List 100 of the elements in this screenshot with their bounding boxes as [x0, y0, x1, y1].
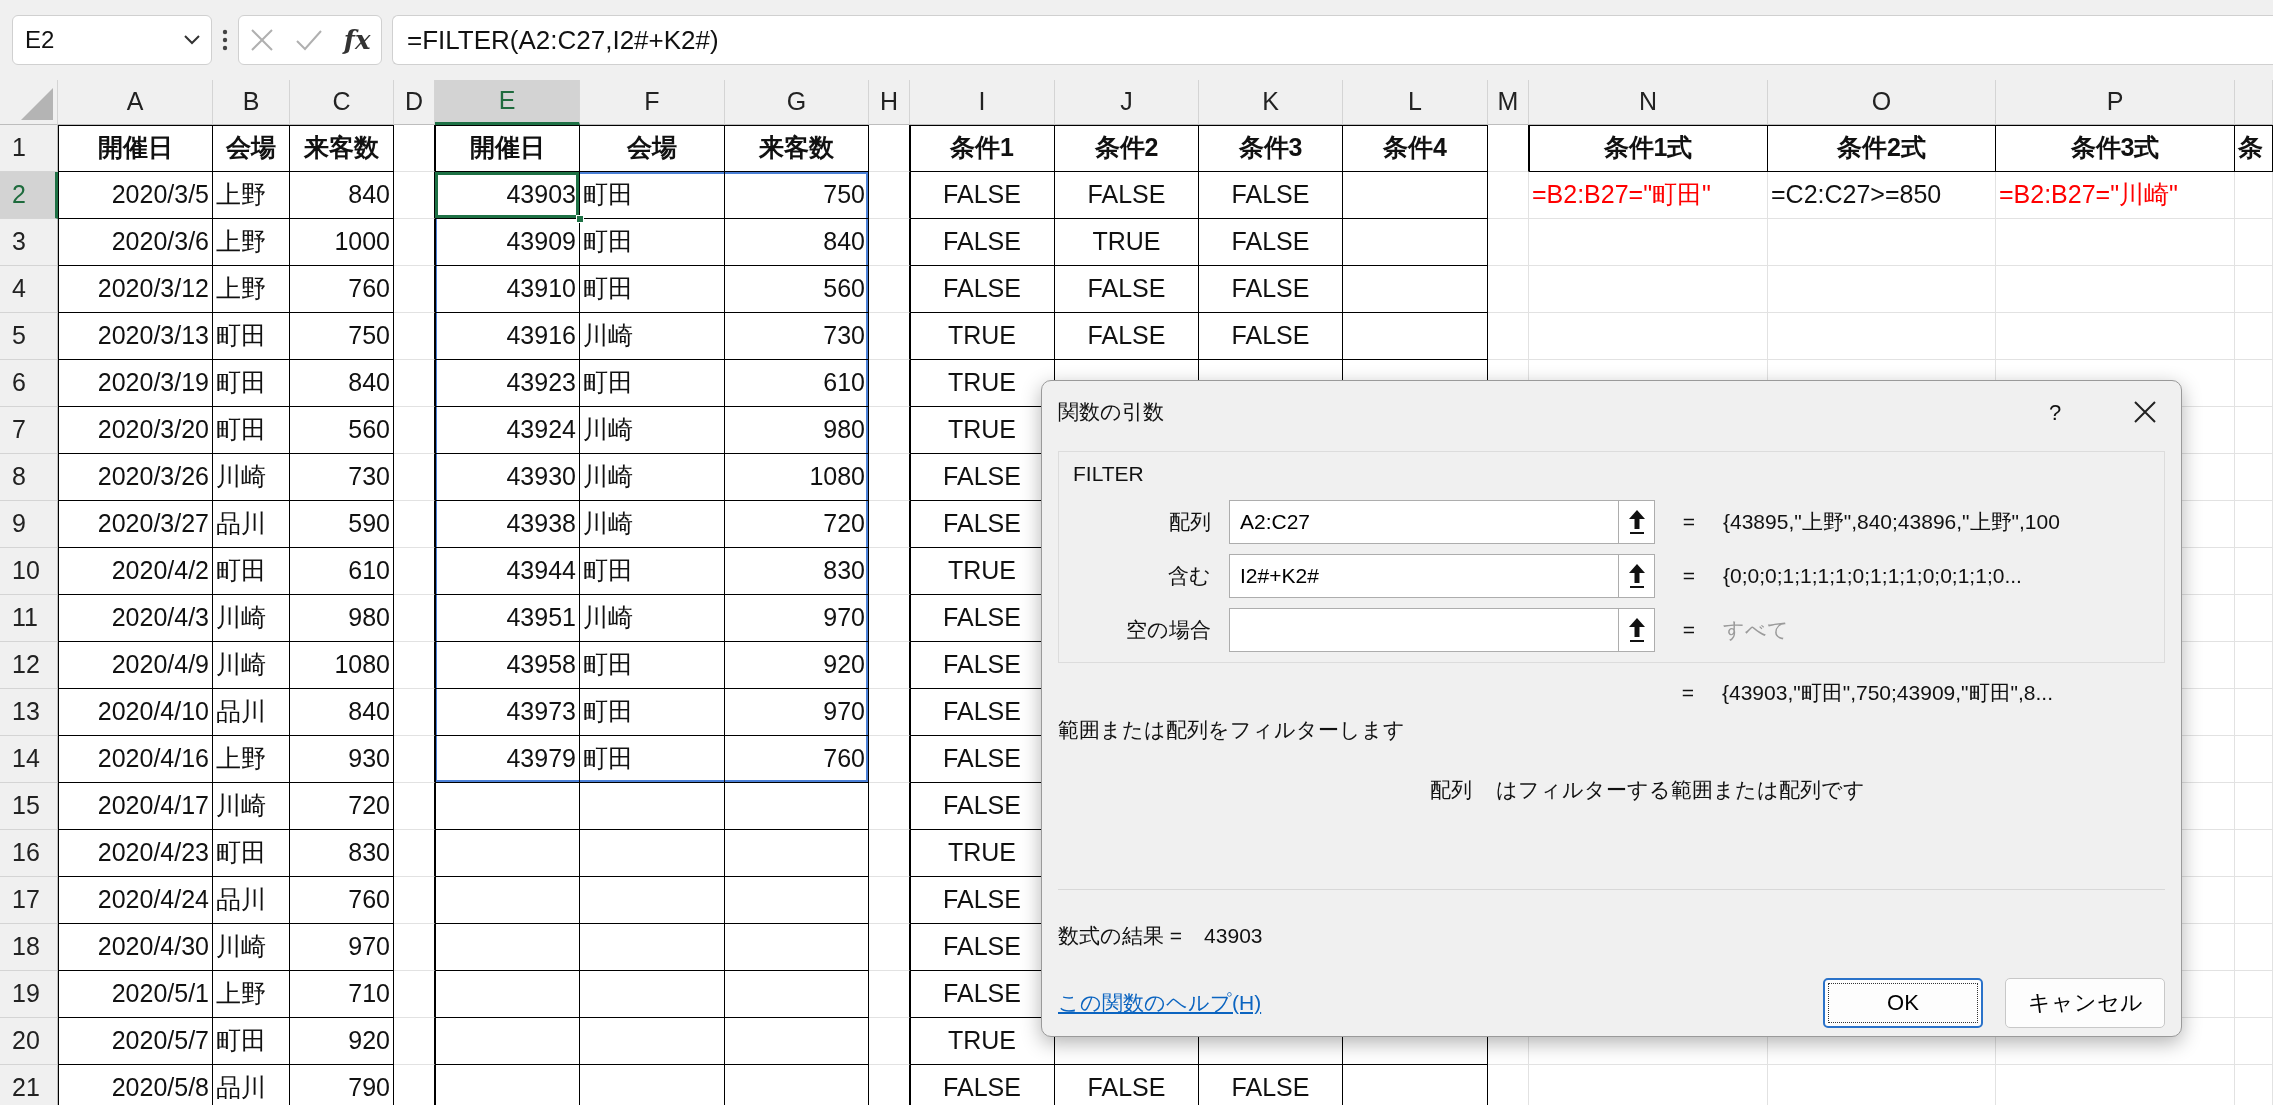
sheet-cell: 710: [290, 971, 394, 1018]
input-field[interactable]: [1229, 607, 1619, 652]
sheet-cell: 830: [725, 548, 869, 595]
sheet-cell: [2235, 407, 2273, 454]
row-number[interactable]: 21: [0, 1065, 58, 1105]
sheet-cell: 条件3: [1199, 125, 1343, 172]
row-number[interactable]: 5: [0, 313, 58, 360]
sheet-cell: 上野: [213, 219, 290, 266]
sheet-cell: 町田: [580, 548, 725, 595]
column-header[interactable]: G: [725, 80, 869, 125]
dialog-title: 関数の引数: [1058, 399, 1164, 426]
arrow-up-icon: [1626, 562, 1647, 589]
column-header[interactable]: P: [1996, 80, 2235, 125]
column-header[interactable]: F: [580, 80, 725, 125]
formula-field[interactable]: =FILTER(A2:C27,I2#+K2#): [392, 15, 2273, 65]
sheet-cell: [394, 219, 435, 266]
sheet-cell: 会場: [580, 125, 725, 172]
sheet-cell: FALSE: [1199, 313, 1343, 360]
column-header[interactable]: H: [869, 80, 910, 125]
sheet-cell: 840: [725, 219, 869, 266]
row-number[interactable]: 13: [0, 689, 58, 736]
column-header[interactable]: J: [1055, 80, 1199, 125]
sheet-cell: [869, 454, 910, 501]
sheet-cell: 560: [725, 266, 869, 313]
column-header[interactable]: I: [910, 80, 1055, 125]
sheet-cell: 2020/3/5: [58, 172, 213, 219]
input-field[interactable]: A2:C27: [1229, 499, 1619, 544]
sheet-cell: [869, 407, 910, 454]
row-number[interactable]: 7: [0, 407, 58, 454]
insert-function-button[interactable]: fx: [343, 20, 371, 60]
argument-description: はフィルターする範囲または配列です: [1496, 776, 1865, 803]
sheet-cell: [2235, 266, 2273, 313]
row-number[interactable]: 12: [0, 642, 58, 689]
sheet-cell: 790: [290, 1065, 394, 1105]
sheet-cell: 43951: [435, 595, 580, 642]
sheet-cell: FALSE: [1055, 1065, 1199, 1105]
sheet-cell: 43958: [435, 642, 580, 689]
column-header[interactable]: D: [394, 80, 435, 125]
sheet-cell: TRUE: [1055, 219, 1199, 266]
sheet-cell: 条: [2235, 125, 2273, 172]
sheet-cell: 条件1: [910, 125, 1055, 172]
row-number[interactable]: 4: [0, 266, 58, 313]
row-number[interactable]: 8: [0, 454, 58, 501]
column-header[interactable]: M: [1488, 80, 1529, 125]
collapse-button[interactable]: [1619, 607, 1655, 652]
row-number[interactable]: 1: [0, 125, 58, 172]
sheet-cell: 610: [290, 548, 394, 595]
sheet-cell: 43910: [435, 266, 580, 313]
row-number[interactable]: 20: [0, 1018, 58, 1065]
sheet-cell: 2020/4/9: [58, 642, 213, 689]
sheet-cell: [869, 595, 910, 642]
row-number[interactable]: 2: [0, 172, 58, 219]
sheet-cell: [394, 689, 435, 736]
row-number[interactable]: 16: [0, 830, 58, 877]
row-number[interactable]: 6: [0, 360, 58, 407]
arrow-up-icon: [1626, 616, 1647, 643]
help-button[interactable]: ?: [2035, 392, 2075, 432]
row-number[interactable]: 17: [0, 877, 58, 924]
sheet-cell: 町田: [580, 360, 725, 407]
sheet-cell: [394, 360, 435, 407]
sheet-cell: FALSE: [910, 172, 1055, 219]
column-header[interactable]: B: [213, 80, 290, 125]
sheet-cell: [869, 830, 910, 877]
column-header[interactable]: N: [1529, 80, 1768, 125]
row-number[interactable]: 18: [0, 924, 58, 971]
vertical-dots-icon[interactable]: [222, 29, 228, 51]
column-header[interactable]: K: [1199, 80, 1343, 125]
column-header[interactable]: L: [1343, 80, 1488, 125]
sheet-cell: [394, 736, 435, 783]
collapse-button[interactable]: [1619, 499, 1655, 544]
row-number[interactable]: 11: [0, 595, 58, 642]
input-field[interactable]: I2#+K2#: [1229, 553, 1619, 598]
row-number[interactable]: 10: [0, 548, 58, 595]
row-number[interactable]: 15: [0, 783, 58, 830]
column-header[interactable]: O: [1768, 80, 1996, 125]
column-header[interactable]: A: [58, 80, 213, 125]
help-link[interactable]: この関数のヘルプ(H): [1058, 986, 1262, 1019]
equals-sign: =: [1681, 562, 1697, 589]
row-number[interactable]: 19: [0, 971, 58, 1018]
collapse-button[interactable]: [1619, 553, 1655, 598]
sheet-cell: [2235, 172, 2273, 219]
sheet-cell: 川崎: [213, 642, 290, 689]
check-icon[interactable]: [294, 29, 323, 51]
fill-handle[interactable]: [576, 215, 584, 223]
sheet-cell: 町田: [213, 830, 290, 877]
sheet-cell: [869, 689, 910, 736]
row-number[interactable]: 14: [0, 736, 58, 783]
ok-button[interactable]: OK: [1823, 977, 1983, 1028]
sheet-cell: [2235, 971, 2273, 1018]
column-header[interactable]: C: [290, 80, 394, 125]
cancel-button[interactable]: キャンセル: [2005, 977, 2165, 1028]
column-header[interactable]: E: [435, 80, 580, 125]
row-number[interactable]: 9: [0, 501, 58, 548]
row-number[interactable]: 3: [0, 219, 58, 266]
argument-result: {43895,"上野",840;43896,"上野",100: [1723, 508, 2061, 535]
sheet-cell: [394, 642, 435, 689]
sheet-cell: 1080: [290, 642, 394, 689]
caret-icon[interactable]: [183, 34, 201, 46]
name-box[interactable]: E2: [12, 15, 212, 65]
sheet-cell: 上野: [213, 736, 290, 783]
